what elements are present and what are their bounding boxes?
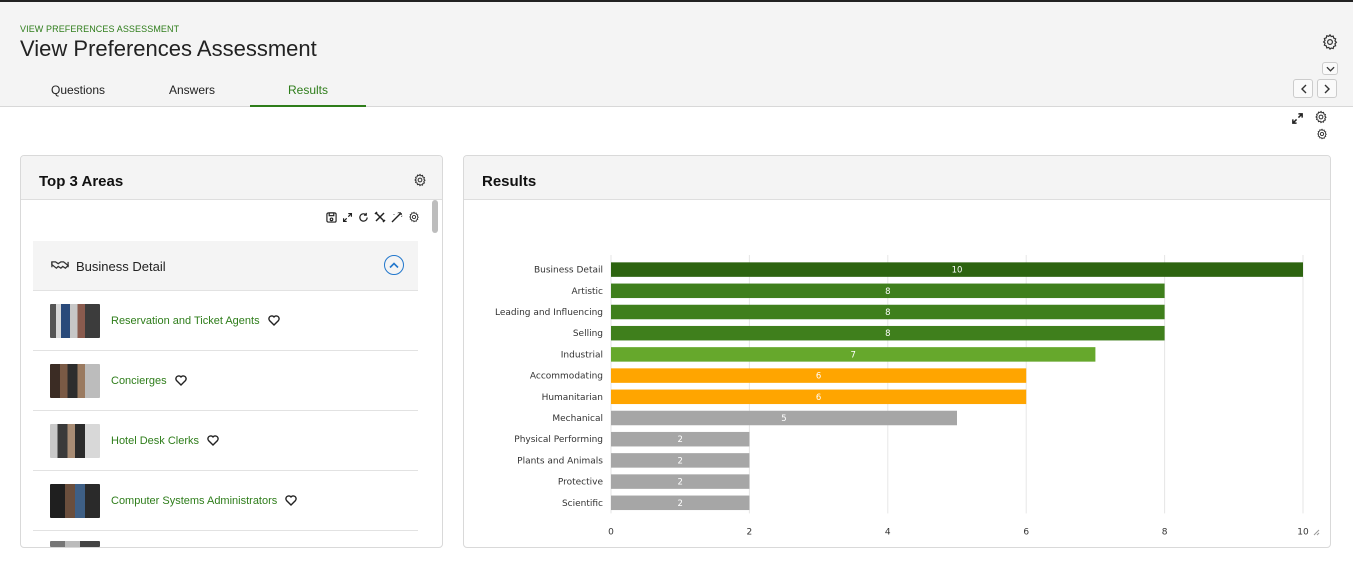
refresh-icon[interactable] [358, 212, 369, 223]
results-bar-chart: 0 2 4 6 8 10 Business Detail 10 Artistic 8 Leading… [495, 255, 1309, 537]
data-label: 2 [677, 456, 682, 466]
gear-icon[interactable] [1313, 109, 1329, 125]
list-item: Hotel Desk Clerks [33, 411, 418, 471]
magic-wand-icon[interactable] [391, 211, 403, 223]
breadcrumb[interactable]: VIEW PREFERENCES ASSESSMENT [20, 24, 179, 34]
data-label: 2 [677, 435, 682, 445]
category-label: Scientific [562, 499, 603, 509]
heart-icon[interactable] [267, 315, 280, 329]
job-link[interactable]: Reservation and Ticket Agents [111, 315, 280, 329]
gear-icon[interactable] [1315, 127, 1329, 141]
heart-icon[interactable] [207, 435, 219, 449]
x-tick-label: 10 [1297, 527, 1309, 537]
data-label: 2 [677, 478, 682, 488]
tab-results[interactable]: Results [250, 78, 366, 107]
x-tick-label: 2 [747, 527, 753, 537]
data-label: 8 [885, 308, 890, 318]
scrollbar-thumb[interactable] [432, 200, 438, 233]
list-item: Concierges [33, 351, 418, 411]
list-item [33, 531, 418, 547]
data-label: 6 [816, 393, 821, 403]
tools-icon[interactable] [374, 211, 386, 223]
chevron-up-icon[interactable] [384, 255, 404, 275]
data-label: 7 [850, 350, 855, 360]
category-label: Physical Performing [514, 435, 603, 445]
category-label: Business Detail [534, 266, 603, 276]
x-tick-label: 4 [885, 527, 891, 537]
panel-title: Top 3 Areas [39, 173, 124, 190]
handshake-icon [51, 259, 70, 277]
job-photo [50, 424, 100, 458]
data-label: 2 [677, 499, 682, 509]
page-header: VIEW PREFERENCES ASSESSMENT View Prefere… [0, 2, 1353, 107]
area-group-header[interactable]: Business Detail [33, 241, 418, 291]
tab-questions[interactable]: Questions [18, 78, 138, 107]
category-label: Artistic [571, 287, 603, 297]
gear-icon[interactable] [408, 211, 420, 223]
expand-icon[interactable] [1289, 111, 1305, 125]
list-item: Computer Systems Administrators [33, 471, 418, 531]
gear-icon[interactable] [1320, 32, 1340, 52]
category-label: Leading and Influencing [495, 308, 603, 318]
data-label: 8 [885, 329, 890, 339]
data-label: 6 [816, 372, 821, 382]
data-label: 5 [781, 414, 786, 424]
category-label: Accommodating [530, 372, 603, 382]
job-photo [50, 304, 100, 338]
gear-icon[interactable] [412, 172, 428, 188]
heart-icon[interactable] [174, 375, 187, 389]
chevron-left-icon[interactable] [1293, 79, 1313, 98]
resize-handle-icon[interactable] [1312, 523, 1320, 541]
x-tick-label: 6 [1023, 527, 1029, 537]
x-tick-label: 0 [608, 527, 614, 537]
tab-answers[interactable]: Answers [134, 78, 250, 107]
panel-header: Top 3 Areas [21, 156, 442, 200]
top-areas-panel: Top 3 Areas Business Detail Reservation … [20, 155, 443, 548]
job-photo [50, 364, 100, 398]
panel-body: Business Detail Reservation and Ticket A… [21, 201, 442, 547]
page-title: View Preferences Assessment [20, 36, 317, 61]
widget-toolbar [326, 211, 420, 223]
category-label: Protective [558, 478, 604, 488]
list-item: Reservation and Ticket Agents [33, 291, 418, 351]
job-link[interactable]: Concierges [111, 375, 187, 389]
expand-icon[interactable] [342, 212, 353, 223]
category-label: Humanitarian [542, 393, 603, 403]
category-label: Selling [573, 329, 603, 339]
save-icon[interactable] [326, 211, 337, 223]
data-label: 10 [952, 266, 963, 276]
data-label: 8 [885, 287, 890, 297]
x-tick-label: 8 [1162, 527, 1168, 537]
chevron-down-icon[interactable] [1322, 62, 1338, 75]
category-label: Plants and Animals [517, 456, 603, 466]
area-group-label: Business Detail [76, 259, 166, 274]
results-panel: Results 0 2 4 6 8 10 Business Detail 10 Artistic… [463, 155, 1331, 548]
category-label: Mechanical [552, 414, 603, 424]
job-link[interactable]: Hotel Desk Clerks [111, 435, 219, 449]
panel-title: Results [482, 173, 537, 190]
category-label: Industrial [561, 350, 603, 360]
chevron-right-icon[interactable] [1317, 79, 1337, 98]
job-link[interactable]: Computer Systems Administrators [111, 495, 298, 509]
job-photo [50, 541, 100, 547]
job-photo [50, 484, 100, 518]
heart-icon[interactable] [285, 495, 298, 509]
panel-header: Results [464, 156, 1330, 200]
